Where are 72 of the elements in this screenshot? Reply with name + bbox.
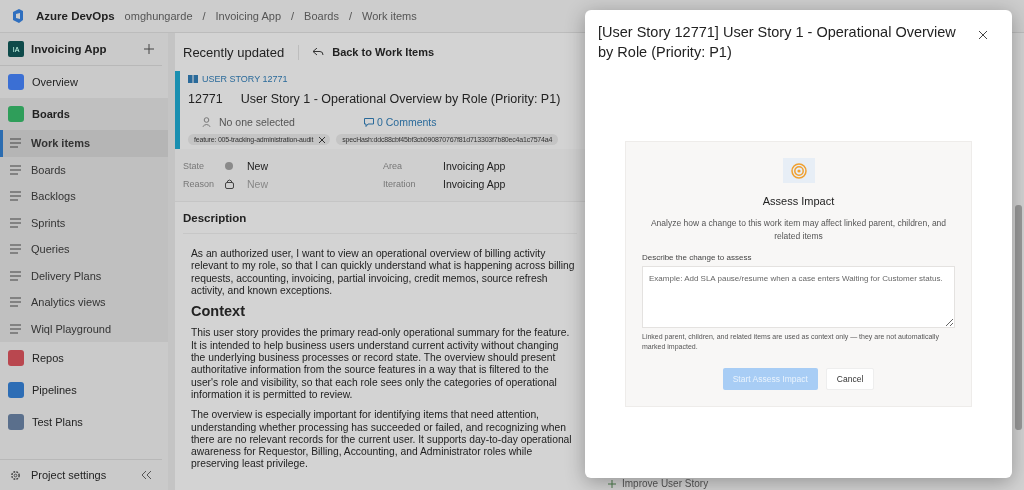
- sidebar-hub[interactable]: Repos: [0, 342, 168, 374]
- list-icon: [10, 138, 21, 149]
- breadcrumb-separator: /: [348, 10, 352, 22]
- breadcrumb-link[interactable]: omghungarde: [124, 10, 193, 22]
- sidebar-hub[interactable]: Overview: [0, 66, 168, 98]
- breadcrumb-link[interactable]: Invoicing App: [215, 10, 281, 22]
- description-paragraph: This user story provides the primary read-only operational summary for the feature. It is intended to help business users understand current activity without changing the underlying business processes or record state. The overview should present authoritative information from the source features in a way that is filtered to the user's role and visibility, so that each role sees only the categories of operational information it is permitted to review.: [191, 327, 571, 402]
- project-name[interactable]: Invoicing App: [31, 43, 137, 55]
- field-value[interactable]: New: [247, 160, 268, 172]
- change-input-field[interactable]: Example: Add SLA pause/resume when a case enters Waiting for Customer status.: [642, 266, 955, 328]
- list-icon: [10, 191, 21, 202]
- work-item-title[interactable]: User Story 1 - Operational Overview by Role (Priority: P1): [240, 92, 561, 106]
- sidebar-item[interactable]: Wiql Playground: [0, 315, 168, 342]
- sidebar-item[interactable]: Queries: [0, 236, 168, 263]
- description-paragraph: The overview is especially important for identifying items that need attention, understanding whether processing has succeeded or failed, and recognizing when there are no relevant records for the current user. It supports day-to-day operational awareness for Requestor, Billing, Accounting, and Administrator roles while preserving least privilege.: [191, 409, 573, 471]
- field-label: Reason: [183, 179, 216, 189]
- project-settings-link[interactable]: Project settings: [31, 469, 132, 481]
- list-icon: [10, 164, 21, 175]
- list-icon: [10, 297, 21, 308]
- sidebar-hub[interactable]: Pipelines: [0, 374, 168, 406]
- target-icon: [790, 162, 807, 179]
- close-button[interactable]: [976, 28, 990, 42]
- back-button[interactable]: Back to Work Items: [313, 46, 435, 58]
- logo-icon: [10, 8, 26, 24]
- collapse-icon[interactable]: [142, 471, 152, 479]
- breadcrumb-separator: /: [202, 10, 206, 22]
- context-heading: Context: [191, 305, 246, 318]
- sidebar-item[interactable]: Delivery Plans: [0, 262, 168, 289]
- sidebar-item[interactable]: Boards: [0, 156, 168, 183]
- plus-icon[interactable]: [144, 44, 154, 54]
- field-label: Describe the change to assess: [642, 253, 753, 263]
- breadcrumb-separator: /: [291, 10, 295, 22]
- description-paragraph: As an authorized user, I want to view an operational overview of billing activity relevant to my role, so that I can quickly understand what is happening across billing requests, accounting, invoicing, partial invoicing, credit memos, source refresh activity, and known exceptions.: [191, 248, 575, 298]
- list-icon: [10, 323, 21, 334]
- cancel-button[interactable]: Cancel: [825, 368, 875, 390]
- field-value[interactable]: Invoicing App: [443, 178, 506, 190]
- close-icon[interactable]: [319, 136, 326, 143]
- sidebar-item[interactable]: Sprints: [0, 209, 168, 236]
- lock-icon: [225, 179, 234, 189]
- state-dot-icon: [225, 162, 233, 170]
- field-label: Iteration: [383, 179, 417, 189]
- product-name[interactable]: Azure DevOps: [36, 10, 115, 22]
- panel-description: Analyze how a change to this work item may affect linked parent, children, and related items: [649, 217, 948, 244]
- breadcrumb-link[interactable]: Work items: [362, 10, 417, 22]
- field-label: Area: [383, 161, 403, 171]
- page-title: Recently updated: [183, 44, 300, 60]
- person-icon: [202, 117, 211, 127]
- section-heading: Description: [183, 212, 577, 234]
- panel-heading: Assess Impact: [762, 195, 835, 208]
- sidebar-item[interactable]: Work items: [0, 130, 168, 157]
- improve-story-link[interactable]: Improve User Story: [622, 478, 709, 489]
- work-item-type: USER STORY 12771: [202, 74, 288, 84]
- dialog-title: [User Story 12771] User Story 1 - Operational Overview by Role (Priority: P1): [598, 23, 957, 62]
- list-icon: [10, 244, 21, 255]
- book-icon: [188, 75, 198, 83]
- sidebar-hub[interactable]: Test Plans: [0, 406, 168, 438]
- settings-icon: [10, 469, 21, 481]
- comments-link[interactable]: 0 Comments: [377, 116, 437, 128]
- sidebar-hub[interactable]: Boards: [0, 98, 168, 130]
- comment-icon: [364, 117, 374, 127]
- plus-icon: [608, 479, 616, 488]
- sidebar-item[interactable]: Analytics views: [0, 289, 168, 316]
- list-icon: [10, 270, 21, 281]
- breadcrumb-link[interactable]: Boards: [304, 10, 339, 22]
- sidebar-item[interactable]: Backlogs: [0, 183, 168, 210]
- assignee-field[interactable]: No one selected: [219, 116, 295, 128]
- back-arrow-icon: [313, 47, 325, 57]
- work-item-id: 12771: [188, 92, 223, 106]
- scrollbar[interactable]: [1015, 205, 1022, 430]
- list-icon: [10, 217, 21, 228]
- field-value[interactable]: Invoicing App: [443, 160, 506, 172]
- field-label: State: [183, 161, 205, 171]
